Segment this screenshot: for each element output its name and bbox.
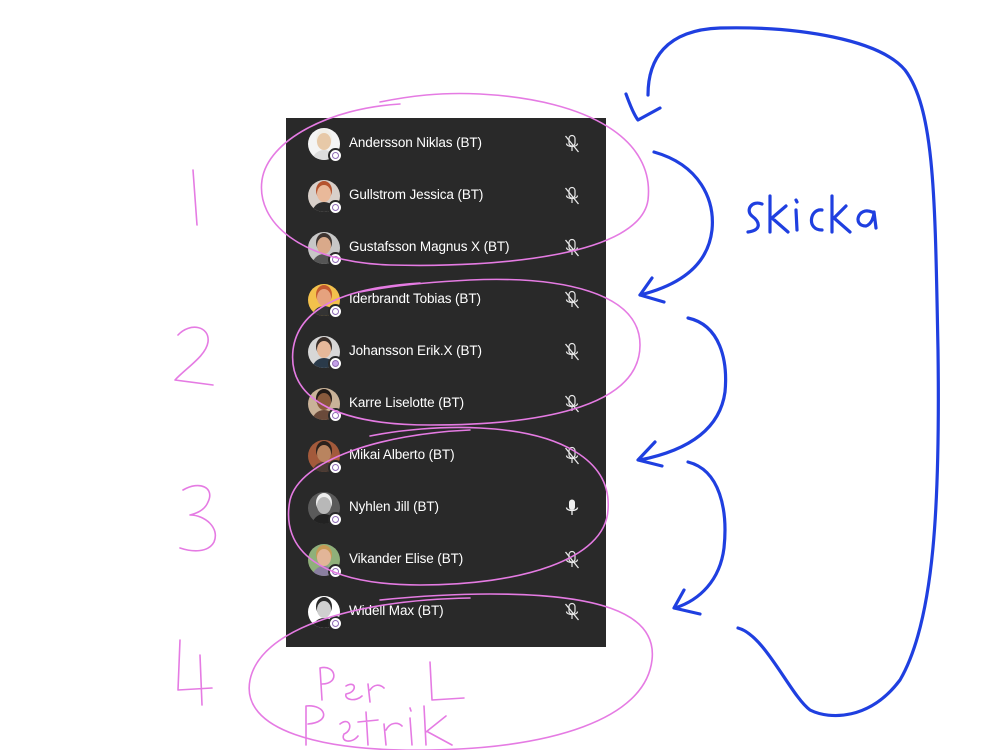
group-3-circle <box>287 426 609 586</box>
loop-1 <box>638 150 714 297</box>
loop-2 <box>638 316 728 462</box>
number-4 <box>177 639 213 706</box>
number-3 <box>179 484 217 552</box>
loop-3 <box>673 460 727 610</box>
number-1 <box>192 169 198 226</box>
number-2 <box>174 326 214 386</box>
skicka-text <box>746 194 878 234</box>
group-4-circle <box>248 593 654 750</box>
group-2-circle <box>291 278 641 426</box>
arrow-1 <box>624 92 662 122</box>
group-1-circle <box>260 92 650 267</box>
handwritten-annotations <box>174 26 940 750</box>
patrik-text <box>305 705 453 746</box>
per-l-text <box>319 661 465 703</box>
